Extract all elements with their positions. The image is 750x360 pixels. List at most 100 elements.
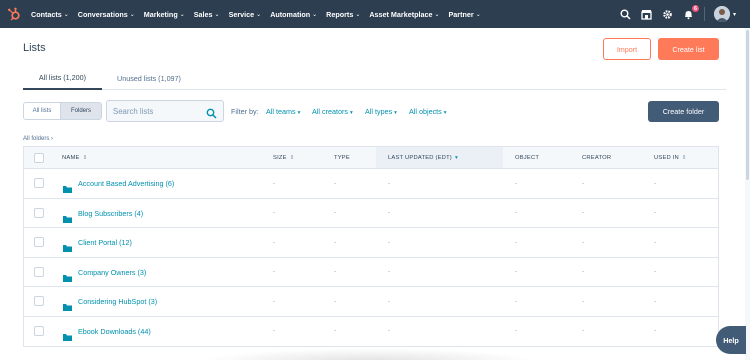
table-row: Client Portal (12) - - - - - - xyxy=(23,228,719,258)
search-icon[interactable] xyxy=(619,7,633,21)
row-checkbox[interactable] xyxy=(34,266,44,277)
table-row: Company Owners (3) - - - - - - xyxy=(23,257,719,288)
table-row: Blog Subscribers (4) - - - - - - xyxy=(23,198,719,229)
folder-link[interactable]: Blog Subscribers (4) xyxy=(63,199,143,228)
cell-type: - xyxy=(334,269,336,276)
table-row: Account Based Advertising (6) - - - - - - xyxy=(23,169,719,199)
cell-object: - xyxy=(515,328,517,335)
notifications-bell-icon[interactable]: 6 xyxy=(682,4,700,21)
column-header-last-updated[interactable]: LAST UPDATED (EDT) ▾ xyxy=(376,147,503,168)
filter-label: Filter by: xyxy=(231,107,259,116)
cell-object: - xyxy=(515,298,517,305)
table-row: Considering HubSpot (3) - - - - - - xyxy=(23,287,719,317)
select-all-checkbox[interactable] xyxy=(34,153,44,163)
help-button[interactable]: Help xyxy=(716,326,746,354)
search-icon[interactable] xyxy=(206,106,217,119)
settings-gear-icon[interactable] xyxy=(661,7,675,21)
cell-used-in: - xyxy=(654,298,656,305)
filter-creators-label: All creators xyxy=(312,107,348,116)
tab-unused-lists[interactable]: Unused lists (1,097) xyxy=(109,66,189,90)
row-checkbox[interactable] xyxy=(34,296,44,307)
nav-item-partner[interactable]: Partner ⌄ xyxy=(449,10,481,19)
marketplace-icon[interactable] xyxy=(640,7,654,21)
create-list-button[interactable]: Create list xyxy=(658,38,719,60)
nav-item-asset-marketplace[interactable]: Asset Marketplace ⌄ xyxy=(369,10,439,19)
breadcrumb[interactable]: All folders › xyxy=(23,136,53,142)
search-input[interactable] xyxy=(113,106,203,116)
view-folders-button[interactable]: Folders xyxy=(60,103,101,119)
table-header: NAME ⇕ SIZE ⇕ TYPE LAST UPDATED (EDT) ▾ OBJ… xyxy=(23,146,719,169)
folder-link[interactable]: Ebook Downloads (44) xyxy=(63,317,151,346)
column-type-label: TYPE xyxy=(334,154,350,161)
folder-link[interactable]: Considering HubSpot (3) xyxy=(63,287,157,316)
folder-name: Account Based Advertising (6) xyxy=(78,179,175,188)
folder-link[interactable]: Account Based Advertising (6) xyxy=(63,169,174,198)
cell-size: - xyxy=(273,239,275,246)
cell-size: - xyxy=(273,269,275,276)
nav-item-contacts[interactable]: Contacts ⌄ xyxy=(31,10,69,19)
import-button[interactable]: Import xyxy=(603,38,651,60)
column-header-object[interactable]: OBJECT xyxy=(515,147,539,168)
folder-icon xyxy=(63,328,72,341)
nav-item-sales[interactable]: Sales ⌄ xyxy=(194,10,220,19)
chevron-down-icon: ⌄ xyxy=(256,11,262,18)
column-size-label: SIZE xyxy=(273,154,287,161)
nav-item-marketing[interactable]: Marketing ⌄ xyxy=(144,10,185,19)
column-name-label: NAME xyxy=(62,154,80,161)
cell-used-in: - xyxy=(654,180,656,187)
column-used-in-label: USED IN xyxy=(654,154,679,161)
filter-creators-dropdown[interactable]: All creators ▾ xyxy=(312,107,353,116)
create-folder-button[interactable]: Create folder xyxy=(648,101,719,122)
sort-icon: ⇕ xyxy=(289,154,295,161)
folder-link[interactable]: Company Owners (3) xyxy=(63,258,146,287)
folder-icon xyxy=(63,239,72,253)
account-menu-chevron-down-icon[interactable]: ▾ xyxy=(733,11,736,18)
chevron-down-icon: ⌄ xyxy=(179,11,185,18)
nav-item-conversations[interactable]: Conversations ⌄ xyxy=(78,10,135,19)
chevron-down-icon: ▾ xyxy=(394,110,397,116)
tab-all-lists[interactable]: All lists (1,200) xyxy=(23,66,102,90)
column-header-name[interactable]: NAME ⇕ xyxy=(62,147,87,168)
scrollbar-thumb[interactable] xyxy=(746,30,749,180)
cell-updated: - xyxy=(388,180,390,187)
chevron-down-icon: ⌄ xyxy=(214,11,220,18)
cell-creator: - xyxy=(582,298,584,305)
nav-item-label: Marketing xyxy=(143,9,178,19)
cell-creator: - xyxy=(582,239,584,246)
nav-item-label: Service xyxy=(228,9,255,19)
filter-types-dropdown[interactable]: All types ▾ xyxy=(365,107,397,116)
column-creator-label: CREATOR xyxy=(582,154,612,161)
cell-used-in: - xyxy=(654,328,656,335)
nav-item-service[interactable]: Service ⌄ xyxy=(229,10,262,19)
view-toggle: All lists Folders xyxy=(23,102,102,120)
chevron-down-icon: ⌄ xyxy=(312,11,318,18)
chevron-down-icon: ⌄ xyxy=(129,11,135,18)
folder-name: Blog Subscribers (4) xyxy=(78,208,144,218)
nav-item-automation[interactable]: Automation ⌄ xyxy=(270,10,317,19)
filter-objects-dropdown[interactable]: All objects ▾ xyxy=(409,107,447,116)
row-checkbox[interactable] xyxy=(34,325,44,336)
column-header-type[interactable]: TYPE xyxy=(334,147,350,168)
cell-type: - xyxy=(334,298,336,305)
user-avatar[interactable] xyxy=(713,6,730,22)
view-all-lists-button[interactable]: All lists xyxy=(24,103,60,119)
folder-link[interactable]: Client Portal (12) xyxy=(63,228,132,257)
row-checkbox[interactable] xyxy=(34,237,44,248)
row-checkbox[interactable] xyxy=(34,207,44,218)
column-header-creator[interactable]: CREATOR xyxy=(582,147,611,168)
hubspot-logo-icon[interactable] xyxy=(7,7,21,21)
cell-size: - xyxy=(273,180,275,187)
cell-type: - xyxy=(334,180,336,187)
row-checkbox[interactable] xyxy=(34,178,44,188)
filter-teams-dropdown[interactable]: All teams ▾ xyxy=(266,107,300,116)
breadcrumb-all-folders[interactable]: All folders xyxy=(23,136,49,142)
chevron-down-icon: ▾ xyxy=(443,110,447,116)
cell-object: - xyxy=(515,180,517,187)
cell-size: - xyxy=(273,298,275,305)
cell-object: - xyxy=(515,239,517,246)
column-header-used-in[interactable]: USED IN ⇕ xyxy=(654,147,687,168)
cell-updated: - xyxy=(388,328,390,335)
column-header-size[interactable]: SIZE ⇕ xyxy=(273,147,295,168)
filter-teams-label: All teams xyxy=(266,107,296,116)
nav-item-reports[interactable]: Reports ⌄ xyxy=(326,10,360,19)
